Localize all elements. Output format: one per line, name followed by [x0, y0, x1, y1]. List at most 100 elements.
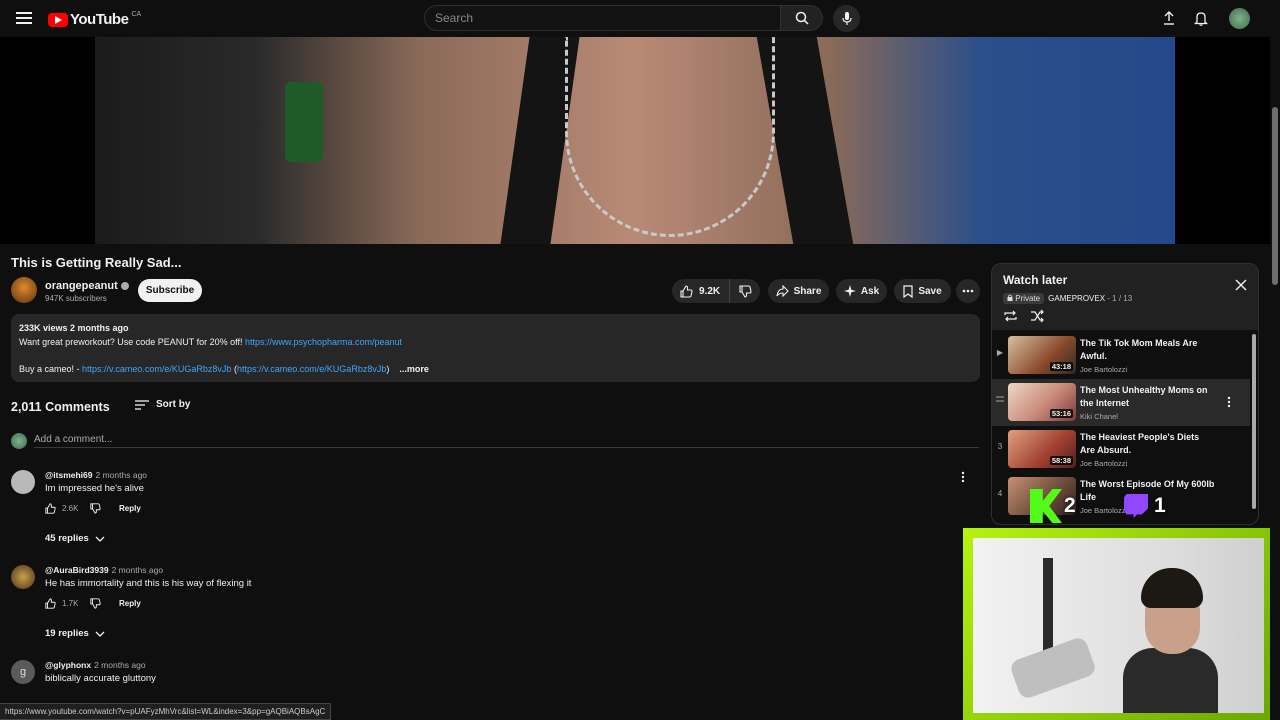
ask-button[interactable]: Ask [836, 279, 887, 303]
twitch-viewer-count: 1 [1154, 494, 1166, 517]
description-blank-line [19, 349, 972, 363]
chevron-down-icon [95, 536, 105, 542]
description-more-button[interactable]: ...more [399, 364, 429, 374]
dislike-button[interactable] [730, 284, 760, 298]
add-comment-input[interactable]: Add a comment... [34, 434, 979, 448]
thumbs-up-icon[interactable] [45, 503, 56, 514]
comment-avatar[interactable] [11, 470, 35, 494]
share-icon [776, 285, 789, 297]
privacy-badge: Private [1003, 293, 1045, 304]
search-button[interactable] [781, 5, 823, 31]
drag-handle-icon[interactable] [996, 395, 1004, 404]
search-bar [424, 5, 823, 31]
close-icon[interactable] [1235, 278, 1247, 296]
channel-avatar[interactable] [11, 277, 37, 303]
voice-search-button[interactable] [833, 5, 860, 32]
bookmark-icon [903, 284, 913, 298]
channel-name: Joe Bartolozzi [1080, 365, 1128, 374]
more-vertical-icon[interactable] [1227, 395, 1231, 413]
duration: 53:16 [1049, 409, 1073, 418]
chevron-down-icon [95, 631, 105, 637]
playlist-owner[interactable]: GAMEPROVEX [1048, 294, 1105, 303]
menu-icon[interactable] [16, 12, 32, 24]
description-line-1: Want great preworkout? Use code PEANUT f… [19, 336, 972, 350]
comment-header: @glyphonx 2 months ago [45, 660, 146, 670]
thumbs-up-icon[interactable] [45, 598, 56, 609]
loop-icon[interactable] [1003, 309, 1018, 328]
supplement-bottle [285, 82, 323, 162]
page-scrollbar-thumb[interactable] [1272, 107, 1278, 285]
video-player[interactable] [0, 37, 1270, 244]
comment-like-count: 1.7K [62, 599, 79, 608]
video-title: The Tik Tok Mom Meals Are Awful. [1080, 338, 1198, 361]
comment-time[interactable]: 2 months ago [112, 565, 164, 575]
thumbs-down-icon[interactable] [90, 598, 101, 609]
playlist-title[interactable]: Watch later [1003, 273, 1067, 287]
comment-author[interactable]: @itsmehi69 [45, 470, 93, 480]
notifications-bell-icon[interactable] [1192, 9, 1210, 27]
more-actions-button[interactable] [956, 279, 980, 303]
view-replies-button[interactable]: 45 replies [45, 533, 105, 544]
channel-name: Joe Bartolozzi [1080, 459, 1128, 468]
shuffle-icon[interactable] [1030, 309, 1045, 328]
video-chain-necklace [565, 37, 775, 237]
video-frame [95, 37, 1175, 244]
view-stats: 233K views 2 months ago [19, 323, 129, 333]
save-button[interactable]: Save [894, 279, 951, 303]
privacy-label: Private [1015, 294, 1041, 303]
comment-text: Im impressed he's alive [45, 483, 144, 494]
microphone-icon [841, 11, 852, 25]
paren-close: ) [386, 363, 390, 374]
logo-text: YouTube [70, 11, 129, 28]
comment-more-icon[interactable] [961, 470, 965, 488]
comment-author[interactable]: @AuraBird3939 [45, 565, 109, 575]
account-avatar[interactable] [1229, 8, 1250, 29]
replies-count: 19 replies [45, 628, 89, 639]
cameo-link-2[interactable]: https://v.cameo.com/e/KUGaRbz8vJb [237, 364, 386, 374]
cameo-link[interactable]: https://v.cameo.com/e/KUGaRbz8vJb [82, 364, 231, 374]
playlist-item[interactable]: 3 58:38 The Heaviest People's Diets Are … [992, 426, 1250, 473]
webcam-overlay [963, 528, 1270, 720]
playlist-item[interactable]: ▶ 43:18 The Tik Tok Mom Meals Are Awful.… [992, 332, 1250, 379]
channel-name: Joe Bartolozzi [1080, 506, 1128, 515]
channel-name-text[interactable]: orangepeanut [45, 280, 118, 292]
streamer [1123, 568, 1218, 713]
view-replies-button[interactable]: 19 replies [45, 628, 105, 639]
comment-avatar[interactable]: g [11, 660, 35, 684]
reply-button[interactable]: Reply [119, 599, 141, 608]
like-button[interactable]: 9.2K [672, 279, 730, 303]
channel-name[interactable]: orangepeanut [45, 280, 129, 292]
sort-by-button[interactable]: Sort by [135, 399, 190, 410]
thumbs-down-icon [738, 284, 752, 298]
comment-header: @itsmehi69 2 months ago [45, 470, 147, 480]
playlist-item[interactable]: 53:16 The Most Unhealthy Moms on the Int… [992, 379, 1250, 426]
thumbs-down-icon[interactable] [90, 503, 101, 514]
playlist-scrollbar[interactable] [1252, 334, 1256, 509]
video-thumbnail: 43:18 [1008, 336, 1076, 374]
sparkle-icon [843, 285, 856, 297]
youtube-logo[interactable]: YouTube CA [48, 11, 141, 28]
search-input[interactable] [424, 5, 781, 31]
sort-icon [135, 399, 149, 410]
description-text-1: Want great preworkout? Use code PEANUT f… [19, 336, 245, 347]
comment-actions: 2.6K Reply [45, 503, 141, 514]
description-box[interactable]: 233K views 2 months ago Want great prewo… [11, 314, 980, 382]
share-button[interactable]: Share [768, 279, 829, 303]
upload-icon[interactable] [1160, 9, 1178, 27]
comment-time[interactable]: 2 months ago [96, 470, 148, 480]
comment-text: biblically accurate gluttony [45, 673, 156, 684]
psychopharma-link[interactable]: https://www.psychopharma.com/peanut [245, 337, 402, 347]
comment-time[interactable]: 2 months ago [94, 660, 146, 670]
comment-actions: 1.7K Reply [45, 598, 141, 609]
streamer-shirt [1123, 648, 1218, 713]
comment-avatar[interactable] [11, 565, 35, 589]
channel-name: Kiki Chanel [1080, 412, 1118, 421]
thumbs-up-icon [680, 284, 693, 298]
description-text-2: Buy a cameo! - [19, 363, 83, 374]
subscribe-button[interactable]: Subscribe [138, 279, 202, 302]
comment-author[interactable]: @glyphonx [45, 660, 91, 670]
playlist-index: 3 [997, 442, 1003, 451]
comment-header: @AuraBird3939 2 months ago [45, 565, 163, 575]
reply-button[interactable]: Reply [119, 504, 141, 513]
share-label: Share [793, 285, 822, 297]
